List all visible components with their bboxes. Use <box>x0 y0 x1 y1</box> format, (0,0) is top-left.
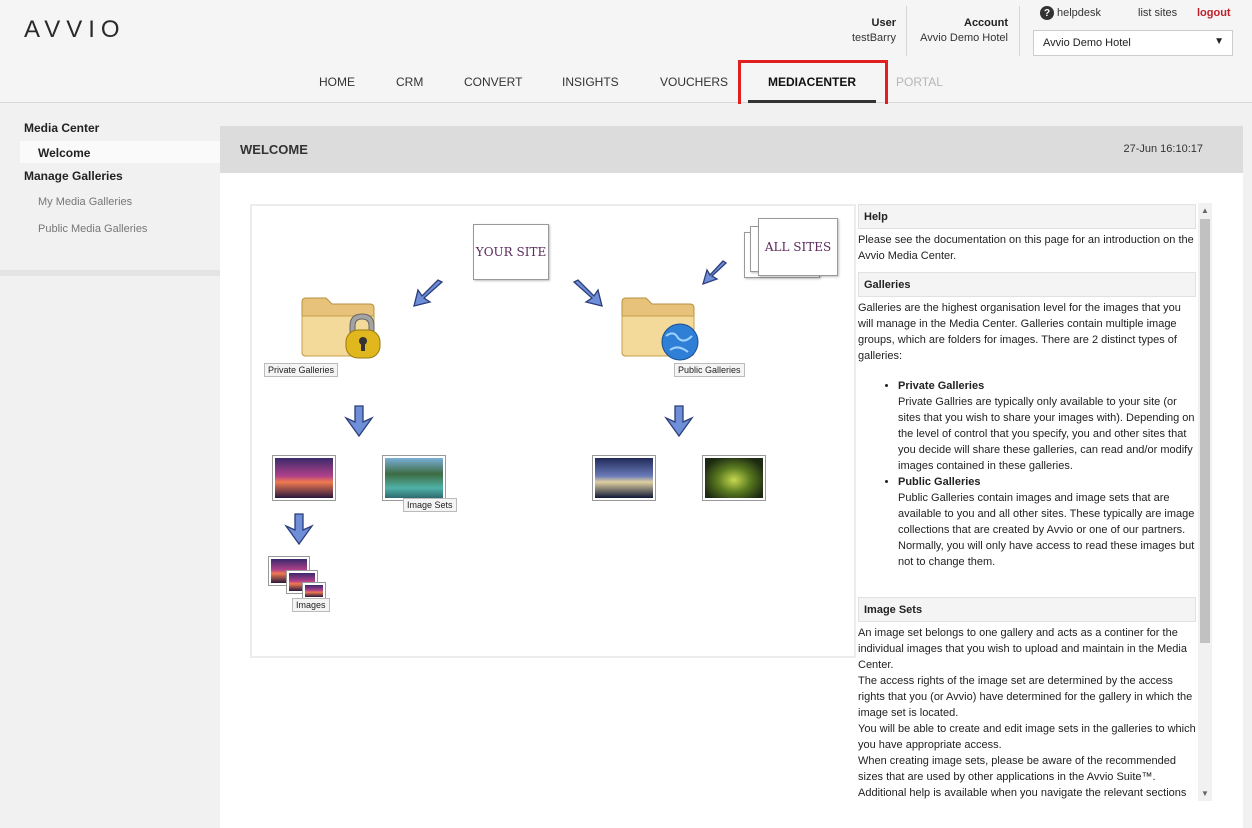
gallery-types-list: Private Galleries Private Gallries are t… <box>898 378 1198 570</box>
image-sets-text: Additional help is available when you na… <box>858 787 1187 799</box>
arrow-down-icon <box>284 513 314 546</box>
helpdesk-label: helpdesk <box>1057 7 1102 19</box>
image-sets-tag: Image Sets <box>403 498 457 512</box>
account-info: Account Avvio Demo Hotel <box>914 16 1008 46</box>
public-galleries-text: Public Galleries contain images and imag… <box>898 492 1195 568</box>
arrow-down-right-icon <box>572 279 603 307</box>
private-galleries-heading: Private Galleries <box>898 380 985 392</box>
site-select[interactable]: Avvio Demo Hotel ▼ <box>1033 30 1233 56</box>
nav-portal: PORTAL <box>896 75 943 89</box>
sidebar-item-welcome[interactable]: Welcome <box>20 141 220 163</box>
user-label: User <box>871 17 896 29</box>
nav-crm[interactable]: CRM <box>396 75 423 89</box>
help-scrollbar[interactable]: ▲ ▼ <box>1198 203 1212 801</box>
cave-pool-thumbnail <box>702 455 766 501</box>
sidebar-heading-media-center[interactable]: Media Center <box>24 121 99 135</box>
media-center-diagram: YOUR SITE ALL SITES Private Galleries Pu… <box>250 204 856 658</box>
private-galleries-tag: Private Galleries <box>264 363 339 377</box>
image-sets-text: An image set belongs to one gallery and … <box>858 627 1187 671</box>
sidebar: Media Center Welcome Manage Galleries My… <box>0 104 220 828</box>
image-sets-text: You will be able to create and edit imag… <box>858 723 1196 751</box>
galleries-section-title: Galleries <box>858 272 1196 297</box>
public-galleries-heading: Public Galleries <box>898 476 981 488</box>
nav-insights[interactable]: INSIGHTS <box>562 75 619 89</box>
sunset-thumbnail <box>272 455 336 501</box>
arrow-down-icon <box>344 405 374 438</box>
public-galleries-tag: Public Galleries <box>674 363 745 377</box>
helpdesk-link[interactable]: ? helpdesk <box>1040 6 1101 20</box>
avvio-logo[interactable]: AVVIO <box>24 16 126 44</box>
list-item: Public Galleries Public Galleries contai… <box>898 474 1198 570</box>
question-icon: ? <box>1040 6 1054 20</box>
list-item: Private Galleries Private Gallries are t… <box>898 378 1198 474</box>
content-panel: YOUR SITE ALL SITES Private Galleries Pu… <box>220 173 1243 828</box>
chevron-down-icon: ▼ <box>1214 36 1224 47</box>
user-info: User testBarry <box>830 16 896 46</box>
your-site-box: YOUR SITE <box>473 224 549 280</box>
user-value: testBarry <box>851 32 896 44</box>
sidebar-divider <box>0 270 220 276</box>
all-sites-label: ALL SITES <box>764 240 832 254</box>
logout-link[interactable]: logout <box>1197 7 1231 19</box>
image-sets-text: The access rights of the image set are d… <box>858 675 1193 719</box>
sidebar-heading-manage-galleries[interactable]: Manage Galleries <box>24 169 123 183</box>
lagoon-thumbnail <box>382 455 446 501</box>
site-select-value: Avvio Demo Hotel <box>1043 37 1131 49</box>
public-folder-icon <box>621 297 699 361</box>
images-tag: Images <box>292 598 330 612</box>
nav-convert[interactable]: CONVERT <box>464 75 522 89</box>
private-galleries-text: Private Gallries are typically only avai… <box>898 396 1195 472</box>
scroll-down-icon[interactable]: ▼ <box>1201 789 1209 798</box>
page-title: WELCOME <box>240 142 308 157</box>
image-sets-section-title: Image Sets <box>858 597 1196 622</box>
main-area: WELCOME 27-Jun 16:10:17 YOUR SITE ALL SI… <box>220 104 1252 828</box>
harbour-night-thumbnail <box>592 455 656 501</box>
timestamp: 27-Jun 16:10:17 <box>1123 143 1203 155</box>
galleries-text: Galleries are the highest organisation l… <box>858 302 1181 362</box>
header-links: ? helpdesk list sites logout <box>1040 6 1240 22</box>
nav-vouchers[interactable]: VOUCHERS <box>660 75 728 89</box>
arrow-down-icon <box>664 405 694 438</box>
list-sites-link[interactable]: list sites <box>1138 7 1177 19</box>
help-section-title: Help <box>858 204 1196 229</box>
galleries-section: Galleries are the highest organisation l… <box>858 297 1198 570</box>
image-sets-text: When creating image sets, please be awar… <box>858 755 1176 783</box>
sidebar-item-my-media-galleries[interactable]: My Media Galleries <box>38 196 132 208</box>
nav-home[interactable]: HOME <box>319 75 355 89</box>
scrollbar-thumb[interactable] <box>1200 219 1210 643</box>
sidebar-item-public-media-galleries[interactable]: Public Media Galleries <box>38 223 147 235</box>
private-folder-icon <box>301 297 381 359</box>
help-panel: Help Please see the documentation on thi… <box>858 204 1212 802</box>
account-value: Avvio Demo Hotel <box>920 32 1008 44</box>
all-sites-box: ALL SITES <box>758 218 838 276</box>
header-divider <box>1019 6 1020 56</box>
help-section-text: Please see the documentation on this pag… <box>858 234 1194 262</box>
account-label: Account <box>964 17 1008 29</box>
your-site-label: YOUR SITE <box>475 245 547 259</box>
scroll-up-icon[interactable]: ▲ <box>1201 206 1209 215</box>
arrow-down-left-icon <box>413 279 444 307</box>
welcome-bar: WELCOME 27-Jun 16:10:17 <box>220 126 1243 173</box>
header: AVVIO User testBarry Account Avvio Demo … <box>0 0 1252 103</box>
header-divider <box>906 6 907 56</box>
arrow-down-left-icon <box>702 260 728 286</box>
image-sets-section: An image set belongs to one gallery and … <box>858 622 1198 801</box>
